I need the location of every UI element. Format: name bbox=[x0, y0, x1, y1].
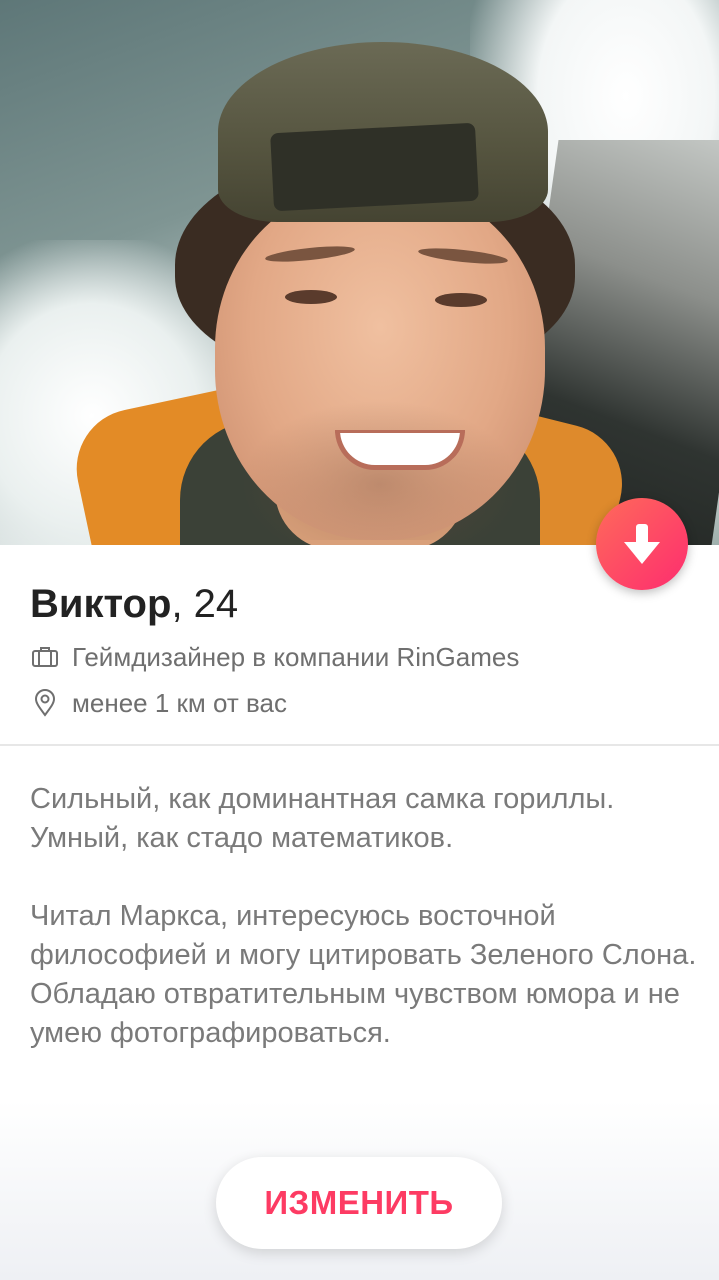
profile-name-age: Виктор, 24 bbox=[30, 578, 690, 630]
profile-job: Геймдизайнер в компании RinGames bbox=[72, 641, 520, 672]
bio-paragraph: Сильный, как доминантная самка гориллы. … bbox=[30, 783, 615, 854]
photo-eye-left bbox=[285, 290, 337, 304]
bio-paragraph: Читал Маркса, интересуюсь восточной фило… bbox=[30, 900, 697, 1049]
collapse-profile-button[interactable] bbox=[596, 498, 688, 590]
profile-job-row: Геймдизайнер в компании RinGames bbox=[30, 640, 690, 674]
edit-profile-button[interactable]: ИЗМЕНИТЬ bbox=[216, 1157, 502, 1249]
profile-distance-row: менее 1 км от вас bbox=[30, 686, 690, 720]
photo-eye-right bbox=[435, 293, 487, 307]
arrow-down-icon bbox=[624, 524, 660, 564]
profile-distance: менее 1 км от вас bbox=[72, 687, 287, 718]
photo-cap-strap bbox=[270, 122, 479, 212]
profile-name: Виктор bbox=[30, 582, 172, 626]
section-divider bbox=[0, 744, 719, 746]
profile-info: Виктор, 24 Геймдизайнер в компании RinGa… bbox=[30, 578, 690, 720]
profile-photo[interactable] bbox=[0, 0, 719, 545]
location-pin-icon bbox=[30, 688, 60, 718]
photo-beard bbox=[240, 400, 520, 540]
photo-mouth bbox=[335, 430, 465, 470]
briefcase-icon bbox=[30, 642, 60, 672]
profile-age: , 24 bbox=[171, 582, 239, 626]
profile-bio: Сильный, как доминантная самка гориллы. … bbox=[30, 780, 700, 1092]
